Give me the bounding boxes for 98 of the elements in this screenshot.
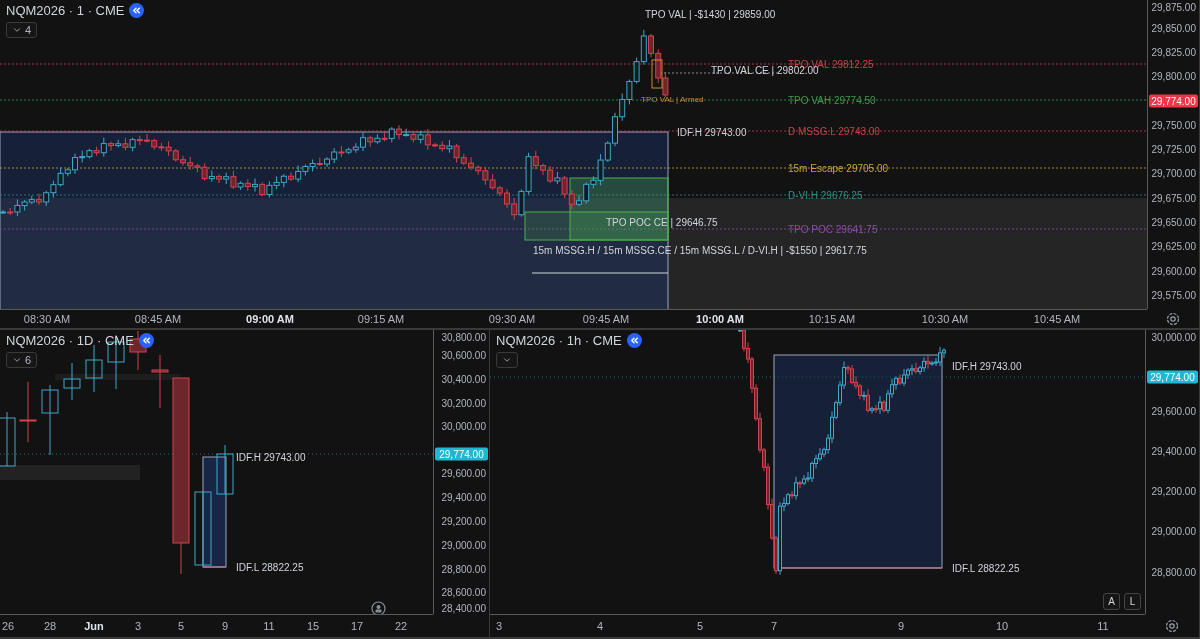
level-annotation: IDF.L 28822.25 [952,562,1020,574]
price-tick: 29,575.00 [1151,289,1196,301]
price-tick: 29,000.00 [1151,525,1196,537]
time-tick: 3 [134,620,142,632]
price-tick: 29,725.00 [1151,143,1196,155]
scale-button[interactable]: L [1124,593,1141,610]
level-annotation: TPO POC CE | 29646.75 [606,216,718,228]
time-tick: 11 [263,620,275,632]
symbol-title: NQM2026 · 1D · CME [6,333,134,348]
time-tick: 10 [995,620,1009,632]
time-tick: 09:45 AM [582,313,630,325]
level-annotation: IDF.H 29743.00 [677,126,747,138]
candle [63,362,81,401]
price-tick: 29,200.00 [1151,485,1196,497]
level-label: D-VI.H 29676.25 [788,189,863,201]
price-tick: 30,600.00 [441,349,486,361]
price-tick: 28,600.00 [441,586,486,598]
time-tick: 11 [1097,620,1109,632]
time-tick: 08:30 AM [23,313,71,325]
time-tick: Jun [84,620,104,632]
time-tick: 28 [43,620,57,632]
price-tick: 30,800.00 [441,331,486,343]
time-tick: 7 [770,620,778,632]
level-label: TPO POC 29641.75 [788,223,878,235]
level-annotation: TPO VAL | -$1430 | 29859.00 [645,8,776,20]
price-tick: 29,825.00 [1151,46,1196,58]
price-tick: 28,400.00 [441,602,486,614]
time-tick: 5 [696,620,704,632]
time-tick: 26 [1,620,15,632]
price-tick: 30,200.00 [441,397,486,409]
price-tick: 29,650.00 [1151,216,1196,228]
chevron-down-icon [12,25,22,35]
current-price-badge: 29,774.00 [1149,94,1198,108]
time-tick: 09:00 AM [246,313,294,325]
level-annotation: 15m MSSG.H / 15m MSSG.CE / 15m MSSG.L / D-VI.H | -$1550 | 29617.75 [533,244,867,256]
candle [216,444,234,495]
chevron-down-icon [502,355,512,365]
level-annotation: IDF.L 28822.25 [236,561,304,573]
scale-button[interactable]: A [1103,593,1120,610]
time-tick: 10:00 AM [696,313,744,325]
price-tick: 30,000.00 [1151,331,1196,343]
chevron-down-icon [12,355,22,365]
candle [41,384,59,456]
time-tick: 3 [495,620,503,632]
time-tick: 10:45 AM [1033,313,1081,325]
candle [19,381,37,443]
alert-label: TPO VAL | Armed [641,94,704,104]
price-tick: 29,625.00 [1151,240,1196,252]
current-price-badge: 29,774.00 [435,447,488,461]
level-label: D MSSG.L 29743.00 [788,125,880,137]
level-annotation: IDF.H 29743.00 [952,360,1022,372]
level-label: 15m Escape 29705.00 [788,162,889,174]
price-tick: 29,400.00 [1151,445,1196,457]
settings-icon[interactable] [1165,618,1179,633]
rewind-icon[interactable] [626,333,642,348]
indicators-toggle[interactable]: 6 [6,352,38,368]
highlight-box [651,59,663,89]
time-tick: 10:30 AM [921,313,969,325]
level-label: TPO VAH 29774.50 [788,94,876,106]
rewind-icon[interactable] [129,3,145,18]
candle [85,344,103,393]
price-tick: 29,600.00 [441,467,486,479]
time-tick: 9 [897,620,905,632]
price-tick: 29,400.00 [441,491,486,503]
symbol-title: NQM2026 · 1 · CME [6,3,125,18]
price-tick: 29,000.00 [441,539,486,551]
price-tick: 29,750.00 [1151,119,1196,131]
time-tick: 22 [394,620,408,632]
price-tick: 29,875.00 [1151,1,1196,13]
settings-icon[interactable] [1166,311,1180,326]
price-tick: 29,700.00 [1151,167,1196,179]
price-tick: 29,600.00 [1151,265,1196,277]
time-tick: 08:45 AM [134,313,182,325]
price-tick: 29,675.00 [1151,192,1196,204]
person-icon[interactable] [371,601,386,614]
candle [151,354,169,409]
candle [0,411,16,467]
time-tick: 10:15 AM [808,313,856,325]
price-tick: 30,000.00 [441,420,486,432]
time-tick: 15 [306,620,320,632]
price-tick: 29,800.00 [1151,70,1196,82]
time-tick: 17 [350,620,364,632]
time-tick: 5 [177,620,185,632]
time-tick: 9 [221,620,229,632]
price-tick: 29,850.00 [1151,22,1196,34]
price-tick: 29,600.00 [1151,405,1196,417]
price-tick: 30,400.00 [441,373,486,385]
time-tick: 4 [596,620,604,632]
symbol-title: NQM2026 · 1h · CME [496,333,622,348]
time-tick: 09:30 AM [488,313,536,325]
level-annotation: IDF.H 29743.00 [236,451,306,463]
current-price-badge: 29,774.00 [1147,370,1198,384]
time-tick: 09:15 AM [357,313,405,325]
indicators-toggle[interactable] [496,352,518,368]
price-tick: 29,200.00 [441,515,486,527]
price-tick: 28,800.00 [1151,566,1196,578]
indicators-toggle[interactable]: 4 [6,22,38,38]
price-tick: 28,800.00 [441,563,486,575]
